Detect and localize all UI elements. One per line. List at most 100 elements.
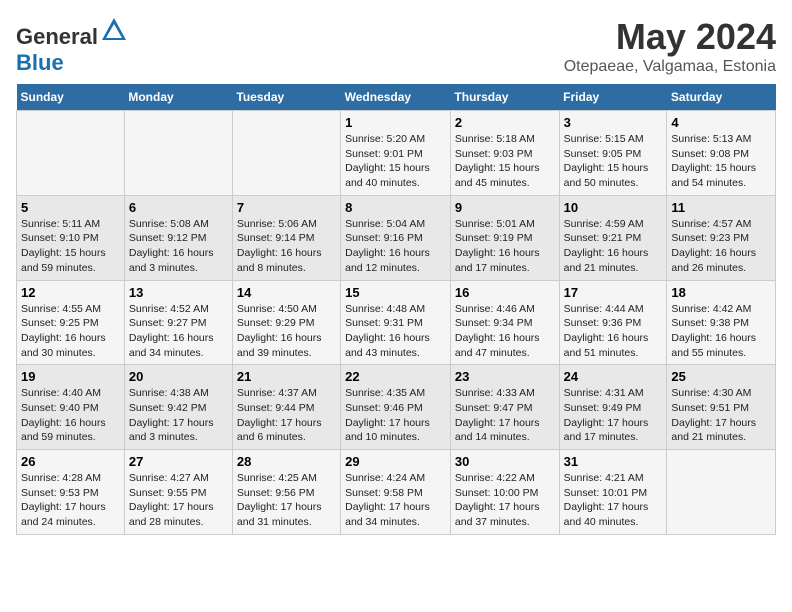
calendar-cell: 29 Sunrise: 4:24 AM Sunset: 9:58 PM Dayli…: [341, 450, 451, 535]
day-info: Sunrise: 5:15 AM Sunset: 9:05 PM Dayligh…: [564, 132, 663, 191]
day-info: Sunrise: 4:28 AM Sunset: 9:53 PM Dayligh…: [21, 471, 120, 530]
day-number: 28: [237, 454, 336, 469]
calendar-cell: [17, 111, 125, 196]
header-cell-monday: Monday: [124, 84, 232, 111]
day-number: 16: [455, 285, 555, 300]
calendar-cell: 13 Sunrise: 4:52 AM Sunset: 9:27 PM Dayli…: [124, 280, 232, 365]
calendar-week-row: 5 Sunrise: 5:11 AM Sunset: 9:10 PM Daylig…: [17, 195, 776, 280]
calendar-cell: 1Sunrise: 5:20 AM Sunset: 9:01 PM Daylig…: [341, 111, 451, 196]
logo-blue: Blue: [16, 50, 64, 75]
logo-general: General: [16, 24, 98, 49]
day-number: 5: [21, 200, 120, 215]
day-info: Sunrise: 4:33 AM Sunset: 9:47 PM Dayligh…: [455, 386, 555, 445]
day-info: Sunrise: 4:25 AM Sunset: 9:56 PM Dayligh…: [237, 471, 336, 530]
day-number: 11: [671, 200, 771, 215]
day-info: Sunrise: 4:31 AM Sunset: 9:49 PM Dayligh…: [564, 386, 663, 445]
calendar-body: 1Sunrise: 5:20 AM Sunset: 9:01 PM Daylig…: [17, 111, 776, 535]
calendar-cell: 15Sunrise: 4:48 AM Sunset: 9:31 PM Dayli…: [341, 280, 451, 365]
day-number: 6: [129, 200, 228, 215]
day-number: 14: [237, 285, 336, 300]
day-number: 9: [455, 200, 555, 215]
logo-icon: [100, 16, 128, 44]
day-info: Sunrise: 4:27 AM Sunset: 9:55 PM Dayligh…: [129, 471, 228, 530]
day-info: Sunrise: 4:55 AM Sunset: 9:25 PM Dayligh…: [21, 302, 120, 361]
header-cell-saturday: Saturday: [667, 84, 776, 111]
day-number: 23: [455, 369, 555, 384]
calendar-header-row: SundayMondayTuesdayWednesdayThursdayFrid…: [17, 84, 776, 111]
calendar-table: SundayMondayTuesdayWednesdayThursdayFrid…: [16, 84, 776, 535]
calendar-cell: 9 Sunrise: 5:01 AM Sunset: 9:19 PM Daylig…: [450, 195, 559, 280]
day-number: 17: [564, 285, 663, 300]
day-info: Sunrise: 4:24 AM Sunset: 9:58 PM Dayligh…: [345, 471, 446, 530]
calendar-cell: 19 Sunrise: 4:40 AM Sunset: 9:40 PM Dayli…: [17, 365, 125, 450]
day-info: Sunrise: 4:46 AM Sunset: 9:34 PM Dayligh…: [455, 302, 555, 361]
header-cell-sunday: Sunday: [17, 84, 125, 111]
calendar-cell: 22 Sunrise: 4:35 AM Sunset: 9:46 PM Dayli…: [341, 365, 451, 450]
calendar-cell: [667, 450, 776, 535]
subtitle: Otepaeae, Valgamaa, Estonia: [564, 58, 776, 76]
calendar-cell: 12Sunrise: 4:55 AM Sunset: 9:25 PM Dayli…: [17, 280, 125, 365]
header-cell-tuesday: Tuesday: [232, 84, 340, 111]
day-info: Sunrise: 5:01 AM Sunset: 9:19 PM Dayligh…: [455, 217, 555, 276]
day-info: Sunrise: 5:08 AM Sunset: 9:12 PM Dayligh…: [129, 217, 228, 276]
calendar-cell: [124, 111, 232, 196]
day-number: 10: [564, 200, 663, 215]
day-info: Sunrise: 4:35 AM Sunset: 9:46 PM Dayligh…: [345, 386, 446, 445]
calendar-cell: 14Sunrise: 4:50 AM Sunset: 9:29 PM Dayli…: [232, 280, 340, 365]
day-info: Sunrise: 5:04 AM Sunset: 9:16 PM Dayligh…: [345, 217, 446, 276]
calendar-cell: 26 Sunrise: 4:28 AM Sunset: 9:53 PM Dayli…: [17, 450, 125, 535]
day-info: Sunrise: 5:06 AM Sunset: 9:14 PM Dayligh…: [237, 217, 336, 276]
calendar-cell: 23 Sunrise: 4:33 AM Sunset: 9:47 PM Dayli…: [450, 365, 559, 450]
day-info: Sunrise: 5:11 AM Sunset: 9:10 PM Dayligh…: [21, 217, 120, 276]
day-number: 8: [345, 200, 446, 215]
day-number: 19: [21, 369, 120, 384]
calendar-cell: 4 Sunrise: 5:13 AM Sunset: 9:08 PM Daylig…: [667, 111, 776, 196]
day-number: 25: [671, 369, 771, 384]
calendar-cell: 21 Sunrise: 4:37 AM Sunset: 9:44 PM Dayli…: [232, 365, 340, 450]
day-number: 29: [345, 454, 446, 469]
calendar-cell: 16 Sunrise: 4:46 AM Sunset: 9:34 PM Dayli…: [450, 280, 559, 365]
day-number: 13: [129, 285, 228, 300]
day-number: 27: [129, 454, 228, 469]
calendar-week-row: 1Sunrise: 5:20 AM Sunset: 9:01 PM Daylig…: [17, 111, 776, 196]
day-number: 21: [237, 369, 336, 384]
calendar-cell: 11Sunrise: 4:57 AM Sunset: 9:23 PM Dayli…: [667, 195, 776, 280]
calendar-cell: 24 Sunrise: 4:31 AM Sunset: 9:49 PM Dayli…: [559, 365, 667, 450]
day-number: 20: [129, 369, 228, 384]
day-info: Sunrise: 4:22 AM Sunset: 10:00 PM Daylig…: [455, 471, 555, 530]
day-number: 18: [671, 285, 771, 300]
day-info: Sunrise: 5:13 AM Sunset: 9:08 PM Dayligh…: [671, 132, 771, 191]
calendar-week-row: 19 Sunrise: 4:40 AM Sunset: 9:40 PM Dayli…: [17, 365, 776, 450]
calendar-cell: 25 Sunrise: 4:30 AM Sunset: 9:51 PM Dayli…: [667, 365, 776, 450]
day-number: 2: [455, 115, 555, 130]
day-info: Sunrise: 4:52 AM Sunset: 9:27 PM Dayligh…: [129, 302, 228, 361]
day-number: 22: [345, 369, 446, 384]
calendar-week-row: 26 Sunrise: 4:28 AM Sunset: 9:53 PM Dayli…: [17, 450, 776, 535]
calendar-cell: [232, 111, 340, 196]
calendar-cell: 31Sunrise: 4:21 AM Sunset: 10:01 PM Dayl…: [559, 450, 667, 535]
day-number: 3: [564, 115, 663, 130]
day-number: 7: [237, 200, 336, 215]
day-info: Sunrise: 4:21 AM Sunset: 10:01 PM Daylig…: [564, 471, 663, 530]
calendar-cell: 2Sunrise: 5:18 AM Sunset: 9:03 PM Daylig…: [450, 111, 559, 196]
day-info: Sunrise: 4:30 AM Sunset: 9:51 PM Dayligh…: [671, 386, 771, 445]
day-info: Sunrise: 4:37 AM Sunset: 9:44 PM Dayligh…: [237, 386, 336, 445]
day-number: 4: [671, 115, 771, 130]
calendar-cell: 17 Sunrise: 4:44 AM Sunset: 9:36 PM Dayli…: [559, 280, 667, 365]
day-info: Sunrise: 4:40 AM Sunset: 9:40 PM Dayligh…: [21, 386, 120, 445]
calendar-week-row: 12Sunrise: 4:55 AM Sunset: 9:25 PM Dayli…: [17, 280, 776, 365]
calendar-cell: 5 Sunrise: 5:11 AM Sunset: 9:10 PM Daylig…: [17, 195, 125, 280]
calendar-cell: 28 Sunrise: 4:25 AM Sunset: 9:56 PM Dayli…: [232, 450, 340, 535]
header-cell-wednesday: Wednesday: [341, 84, 451, 111]
calendar-cell: 3 Sunrise: 5:15 AM Sunset: 9:05 PM Daylig…: [559, 111, 667, 196]
day-number: 26: [21, 454, 120, 469]
day-number: 1: [345, 115, 446, 130]
main-title: May 2024: [564, 16, 776, 58]
day-info: Sunrise: 4:44 AM Sunset: 9:36 PM Dayligh…: [564, 302, 663, 361]
calendar-cell: 20Sunrise: 4:38 AM Sunset: 9:42 PM Dayli…: [124, 365, 232, 450]
header-cell-friday: Friday: [559, 84, 667, 111]
title-block: May 2024 Otepaeae, Valgamaa, Estonia: [564, 16, 776, 76]
day-number: 24: [564, 369, 663, 384]
calendar-cell: 8 Sunrise: 5:04 AM Sunset: 9:16 PM Daylig…: [341, 195, 451, 280]
calendar-cell: 10Sunrise: 4:59 AM Sunset: 9:21 PM Dayli…: [559, 195, 667, 280]
